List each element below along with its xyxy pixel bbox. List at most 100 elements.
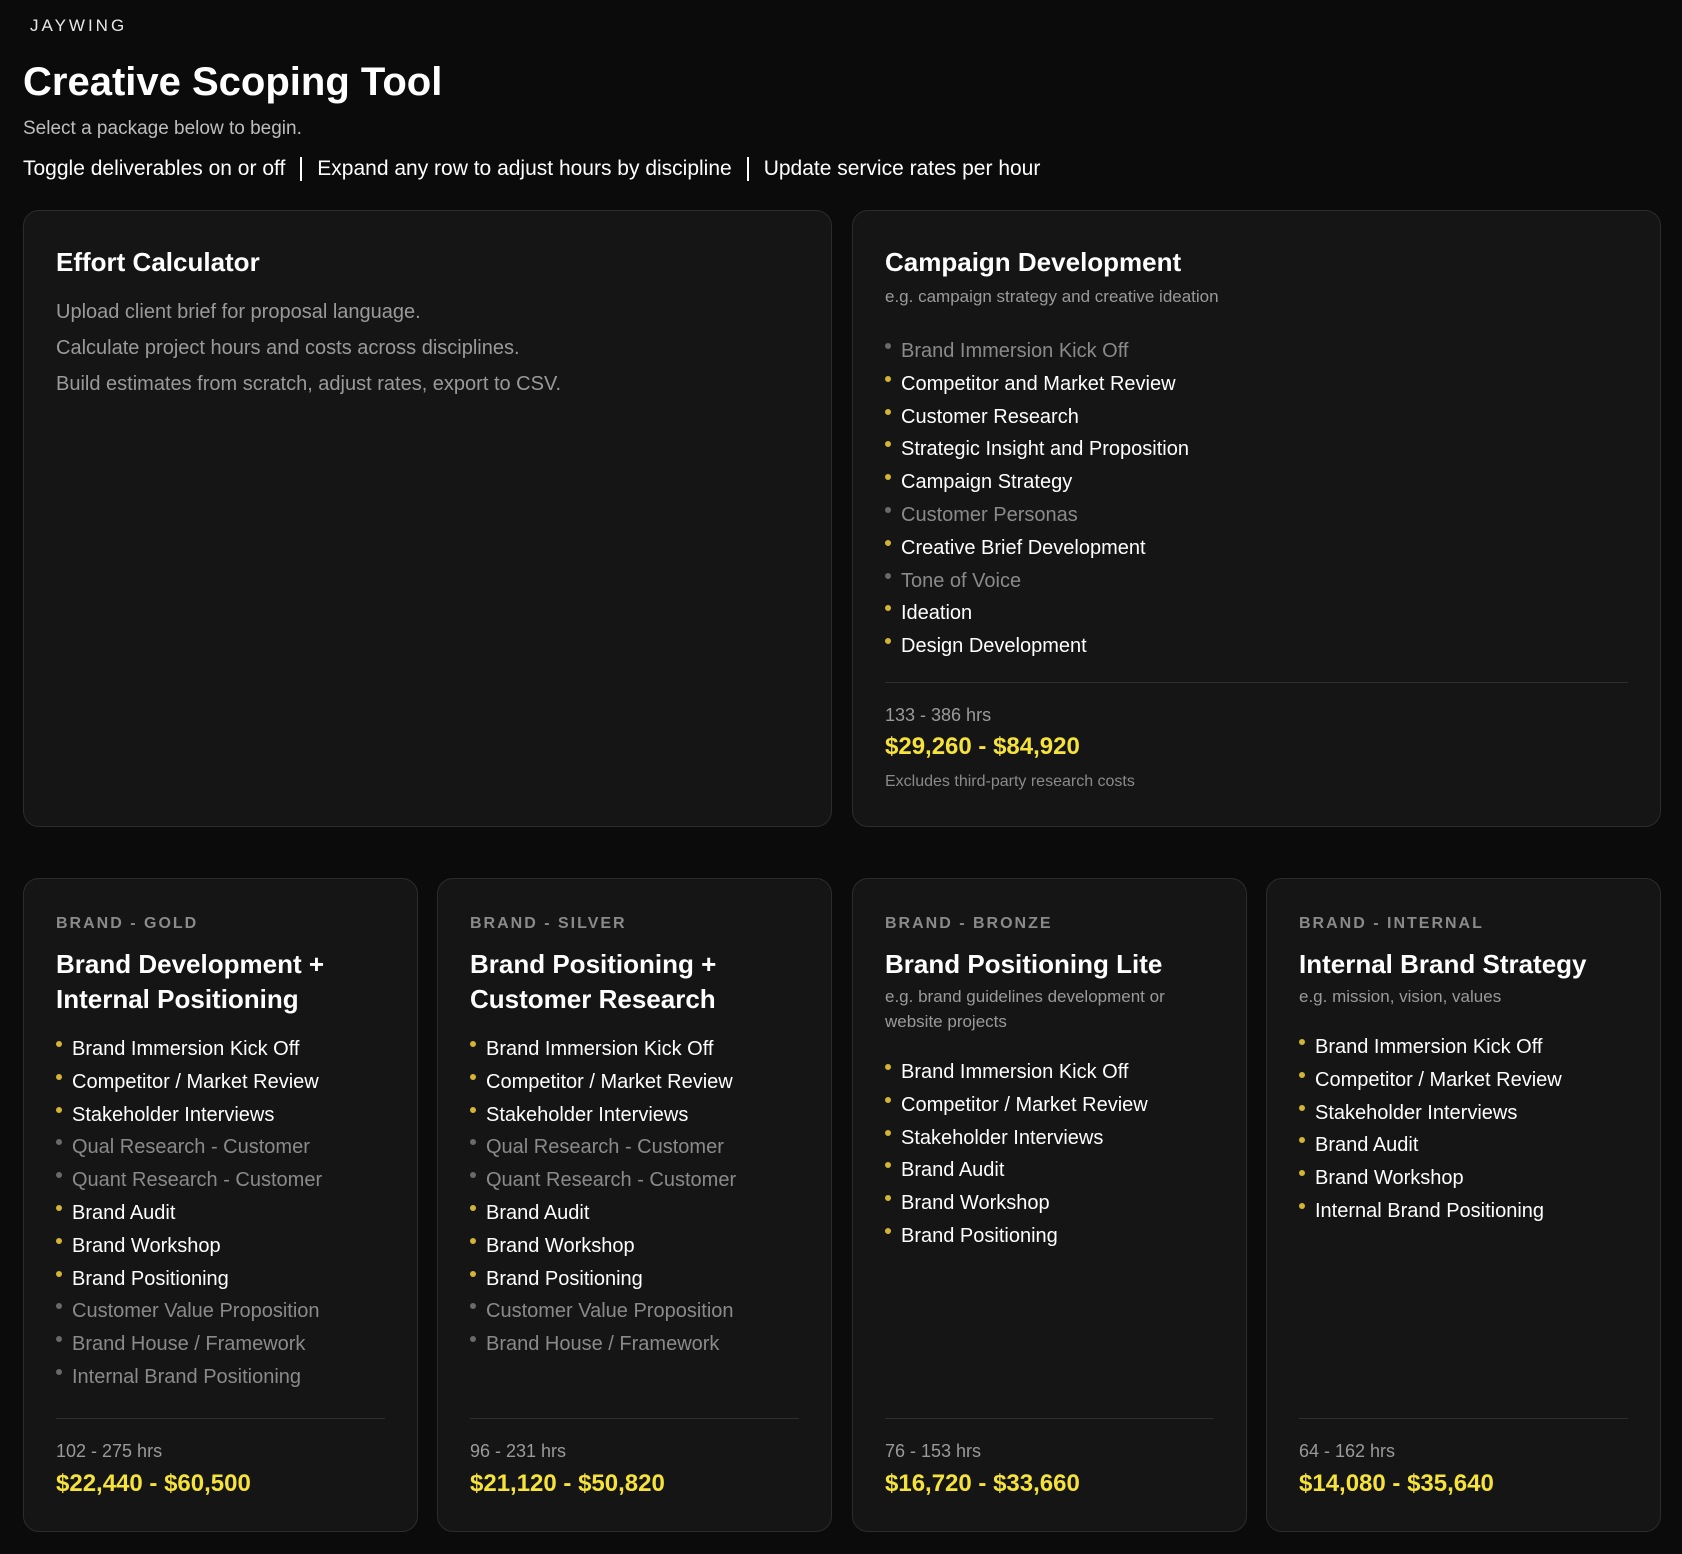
deliverable-item[interactable]: Brand House / Framework: [56, 1328, 385, 1361]
deliverable-item[interactable]: Brand Immersion Kick Off: [885, 1056, 1214, 1089]
package-tier: BRAND - BRONZE: [885, 915, 1053, 932]
deliverable-label: Brand House / Framework: [72, 1333, 306, 1356]
deliverable-item[interactable]: Customer Value Proposition: [56, 1295, 385, 1328]
deliverable-item[interactable]: Brand Audit: [56, 1197, 385, 1230]
deliverable-item[interactable]: Quant Research - Customer: [470, 1164, 799, 1197]
card-title: Effort Calculator: [56, 247, 260, 277]
inactive-dot-icon: [885, 506, 891, 513]
package-card[interactable]: BRAND - BRONZE Brand Positioning Lite e.g.…: [852, 878, 1247, 1532]
campaign-development-card[interactable]: Campaign Development e.g. campaign strat…: [852, 210, 1661, 827]
deliverable-item[interactable]: Stakeholder Interviews: [470, 1099, 799, 1132]
card-divider: [1299, 1418, 1628, 1419]
price-range: $14,080 - $35,640: [1299, 1470, 1494, 1497]
deliverable-item[interactable]: Brand Positioning: [56, 1263, 385, 1296]
deliverable-item[interactable]: Competitor / Market Review: [885, 1089, 1214, 1122]
deliverable-item[interactable]: Brand Audit: [470, 1197, 799, 1230]
package-card[interactable]: BRAND - SILVER Brand Positioning + Custome…: [437, 878, 832, 1532]
active-dot-icon: [885, 375, 891, 382]
deliverable-item[interactable]: Brand Workshop: [885, 1187, 1214, 1220]
active-dot-icon: [470, 1073, 476, 1080]
deliverable-item[interactable]: Brand Immersion Kick Off: [1299, 1031, 1628, 1064]
deliverable-label: Brand Audit: [1315, 1134, 1419, 1157]
package-title-line: Internal Brand Strategy: [1299, 949, 1587, 979]
deliverable-item[interactable]: Brand Audit: [1299, 1129, 1628, 1162]
package-title-line: Customer Research: [470, 984, 716, 1014]
active-dot-icon: [56, 1270, 62, 1277]
deliverable-item[interactable]: Competitor / Market Review: [1299, 1064, 1628, 1097]
deliverable-label: Design Development: [901, 635, 1087, 658]
deliverable-label: Brand House / Framework: [486, 1333, 720, 1356]
deliverable-item[interactable]: Brand Positioning: [885, 1220, 1214, 1253]
deliverable-item[interactable]: Ideation: [885, 597, 1628, 630]
deliverable-item[interactable]: Stakeholder Interviews: [56, 1099, 385, 1132]
page-subtitle: Select a package below to begin.: [23, 118, 302, 139]
deliverable-item[interactable]: Stakeholder Interviews: [1299, 1097, 1628, 1130]
deliverable-item[interactable]: Competitor / Market Review: [470, 1066, 799, 1099]
deliverable-item[interactable]: Brand Positioning: [470, 1263, 799, 1296]
deliverable-item[interactable]: Stakeholder Interviews: [885, 1122, 1214, 1155]
deliverable-item[interactable]: Customer Research: [885, 401, 1628, 434]
card-divider: [885, 1418, 1214, 1419]
package-card[interactable]: BRAND - GOLD Brand Development + Internal …: [23, 878, 418, 1532]
deliverable-item[interactable]: Customer Personas: [885, 499, 1628, 532]
instruction-divider: [300, 157, 303, 181]
deliverable-item[interactable]: Brand Workshop: [470, 1230, 799, 1263]
hours-range: 133 - 386 hrs: [885, 705, 992, 725]
deliverable-item[interactable]: Brand Workshop: [1299, 1162, 1628, 1195]
deliverable-item[interactable]: Qual Research - Customer: [470, 1131, 799, 1164]
deliverable-item[interactable]: Brand Immersion Kick Off: [885, 335, 1628, 368]
deliverable-label: Qual Research - Customer: [486, 1136, 724, 1159]
deliverable-item[interactable]: Campaign Strategy: [885, 466, 1628, 499]
deliverable-label: Stakeholder Interviews: [72, 1103, 275, 1126]
effort-line: Upload client brief for proposal languag…: [56, 301, 421, 323]
effort-calculator-card[interactable]: Effort Calculator Upload client brief fo…: [23, 210, 832, 827]
deliverable-label: Competitor and Market Review: [901, 372, 1176, 395]
deliverable-item[interactable]: Internal Brand Positioning: [1299, 1195, 1628, 1228]
instruction-toggle: Toggle deliverables on or off: [23, 157, 286, 180]
card-divider: [470, 1418, 799, 1419]
active-dot-icon: [1299, 1071, 1305, 1078]
inactive-dot-icon: [56, 1139, 62, 1146]
deliverable-item[interactable]: Quant Research - Customer: [56, 1164, 385, 1197]
package-title-line: Brand Development +: [56, 949, 325, 979]
price-range: $16,720 - $33,660: [885, 1470, 1080, 1497]
deliverable-item[interactable]: Competitor and Market Review: [885, 368, 1628, 401]
deliverable-item[interactable]: Brand Audit: [885, 1154, 1214, 1187]
price-range: $21,120 - $50,820: [470, 1470, 665, 1497]
deliverable-item[interactable]: Brand Immersion Kick Off: [56, 1033, 385, 1066]
inactive-dot-icon: [470, 1303, 476, 1310]
deliverable-label: Brand Workshop: [901, 1192, 1050, 1215]
deliverable-item[interactable]: Brand House / Framework: [470, 1328, 799, 1361]
package-card[interactable]: BRAND - INTERNAL Internal Brand Strategy e…: [1266, 878, 1661, 1532]
active-dot-icon: [1299, 1170, 1305, 1177]
package-title-line: Brand Positioning Lite: [885, 949, 1163, 979]
deliverable-item[interactable]: Creative Brief Development: [885, 532, 1628, 565]
active-dot-icon: [885, 1129, 891, 1136]
deliverable-label: Stakeholder Interviews: [1315, 1101, 1518, 1124]
deliverable-item[interactable]: Tone of Voice: [885, 565, 1628, 598]
package-tier: BRAND - GOLD: [56, 915, 199, 932]
cost-note: Excludes third-party research costs: [885, 773, 1135, 790]
deliverable-item[interactable]: Brand Workshop: [56, 1230, 385, 1263]
deliverable-item[interactable]: Qual Research - Customer: [56, 1131, 385, 1164]
deliverable-item[interactable]: Customer Value Proposition: [470, 1295, 799, 1328]
deliverable-item[interactable]: Competitor / Market Review: [56, 1066, 385, 1099]
deliverables-list: Brand Immersion Kick Off Competitor / Mar…: [56, 1033, 385, 1394]
deliverable-label: Competitor / Market Review: [1315, 1068, 1562, 1091]
active-dot-icon: [885, 1096, 891, 1103]
inactive-dot-icon: [885, 343, 891, 349]
card-divider: [885, 682, 1628, 683]
deliverable-label: Brand Audit: [901, 1159, 1005, 1182]
active-dot-icon: [885, 408, 891, 415]
deliverable-label: Brand Immersion Kick Off: [901, 1061, 1129, 1083]
deliverable-item[interactable]: Strategic Insight and Proposition: [885, 433, 1628, 466]
effort-line: Calculate project hours and costs across…: [56, 337, 520, 359]
active-dot-icon: [885, 1227, 891, 1234]
deliverable-item[interactable]: Brand Immersion Kick Off: [470, 1033, 799, 1066]
active-dot-icon: [885, 539, 891, 546]
inactive-dot-icon: [470, 1172, 476, 1179]
package-description: e.g. mission, vision, values: [1299, 987, 1502, 1006]
inactive-dot-icon: [885, 572, 891, 579]
deliverable-item[interactable]: Design Development: [885, 630, 1628, 663]
deliverable-item[interactable]: Internal Brand Positioning: [56, 1361, 385, 1394]
